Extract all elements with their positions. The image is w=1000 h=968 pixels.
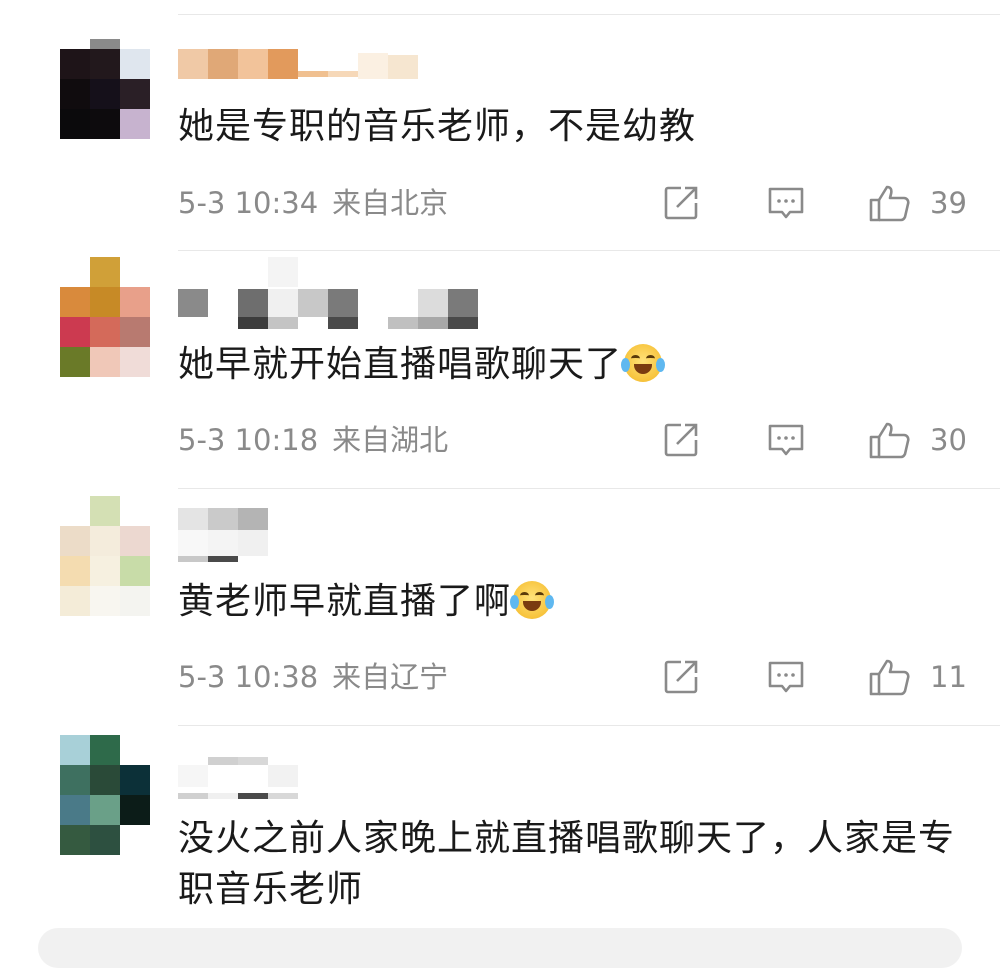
avatar[interactable] xyxy=(60,735,150,855)
like-button[interactable] xyxy=(868,657,912,697)
laugh-cry-icon xyxy=(621,344,666,382)
comment-location: 来自北京 xyxy=(332,186,449,220)
comment-input-bar[interactable] xyxy=(38,928,962,968)
comment-text-content: 黄老师早就直播了啊 xyxy=(178,581,512,622)
username-blurred[interactable] xyxy=(178,45,498,85)
like-button[interactable] xyxy=(868,420,912,460)
reply-button[interactable] xyxy=(766,183,806,223)
reply-button[interactable] xyxy=(766,420,806,460)
share-icon xyxy=(664,660,698,694)
avatar[interactable] xyxy=(60,39,150,139)
share-button[interactable] xyxy=(661,657,701,697)
like-count: 30 xyxy=(930,423,967,457)
username-blurred[interactable] xyxy=(178,508,498,562)
divider xyxy=(178,488,1000,489)
divider xyxy=(178,725,1000,726)
username-blurred[interactable] xyxy=(178,257,498,329)
share-button[interactable] xyxy=(661,420,701,460)
thumbs-up-icon xyxy=(869,422,910,459)
share-icon xyxy=(664,186,698,220)
comment-meta: 5-3 10:18 来自湖北 xyxy=(178,420,448,460)
comment-date: 5-3 10:34 xyxy=(178,186,319,220)
comment-text-content: 她是专职的音乐老师，不是幼教 xyxy=(178,106,697,147)
comment-date: 5-3 10:38 xyxy=(178,660,319,694)
divider xyxy=(178,250,1000,251)
share-icon xyxy=(664,423,698,457)
username-blurred[interactable] xyxy=(178,755,498,799)
share-button[interactable] xyxy=(661,183,701,223)
like-count: 39 xyxy=(930,186,967,220)
comment-text: 黄老师早就直播了啊 xyxy=(178,576,978,627)
like-count: 11 xyxy=(930,660,967,694)
avatar[interactable] xyxy=(60,257,150,377)
comment-text-content: 她早就开始直播唱歌聊天了 xyxy=(178,344,623,385)
comment-text: 没火之前人家晚上就直播唱歌聊天了，人家是专职音乐老师 xyxy=(178,813,968,915)
comment-meta: 5-3 10:38 来自辽宁 xyxy=(178,657,448,697)
thumbs-up-icon xyxy=(869,185,910,222)
comment-icon xyxy=(768,661,804,693)
comment-location: 来自辽宁 xyxy=(332,660,449,694)
comment-icon xyxy=(768,424,804,456)
comment-location: 来自湖北 xyxy=(332,423,449,457)
avatar[interactable] xyxy=(60,496,150,616)
comment-icon xyxy=(768,187,804,219)
comment-text-content: 没火之前人家晚上就直播唱歌聊天了，人家是专职音乐老师 xyxy=(178,818,956,910)
reply-button[interactable] xyxy=(766,657,806,697)
comment-text: 她早就开始直播唱歌聊天了 xyxy=(178,339,978,390)
comment-meta: 5-3 10:34 来自北京 xyxy=(178,183,448,223)
like-button[interactable] xyxy=(868,183,912,223)
comment-date: 5-3 10:18 xyxy=(178,423,319,457)
thumbs-up-icon xyxy=(869,659,910,696)
laugh-cry-icon xyxy=(510,581,555,619)
comment-text: 她是专职的音乐老师，不是幼教 xyxy=(178,101,978,152)
divider xyxy=(178,14,1000,15)
